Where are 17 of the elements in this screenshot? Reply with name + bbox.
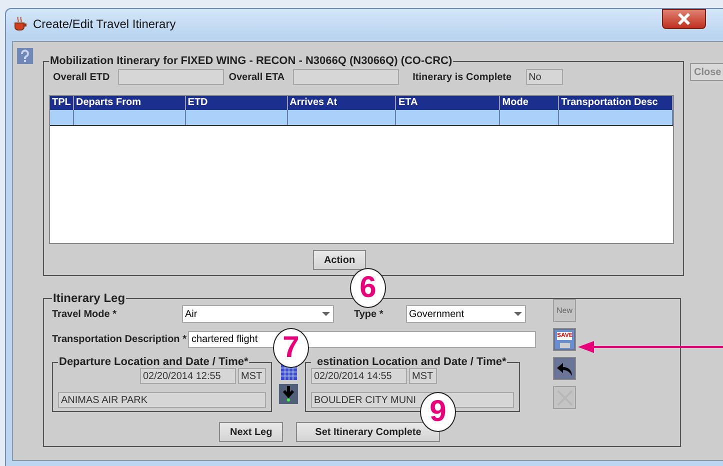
field-label: Overall ETA bbox=[228, 72, 285, 82]
date-time-field: 02/20/2014 12:55 bbox=[140, 368, 236, 384]
field-label: Itinerary is Complete bbox=[412, 72, 512, 82]
field-label: Transportation Description * bbox=[52, 334, 186, 345]
field-label: Travel Mode * bbox=[52, 308, 118, 320]
time-zone-field: MST bbox=[238, 368, 266, 384]
time-zone-field: MST bbox=[409, 368, 437, 384]
window-title: Create/Edit Travel Itinerary bbox=[33, 17, 176, 31]
group-title: Mobilization Itinerary for FIXED WING - RECON - N3066Q (N3066Q) (CO-CRC) bbox=[49, 55, 454, 67]
readonly-field: No bbox=[526, 69, 563, 85]
group-title: estination Location and Date / Time* bbox=[316, 356, 508, 368]
group-title: Departure Location and Date / Time* bbox=[58, 356, 250, 368]
group-title: Itinerary Leg bbox=[52, 291, 126, 305]
location-field: ANIMAS AIR PARK bbox=[58, 392, 266, 408]
field-label: Overall ETD bbox=[53, 72, 110, 82]
field-label: Type * bbox=[354, 308, 384, 320]
date-time-field: 02/20/2014 14:55 bbox=[311, 368, 407, 384]
